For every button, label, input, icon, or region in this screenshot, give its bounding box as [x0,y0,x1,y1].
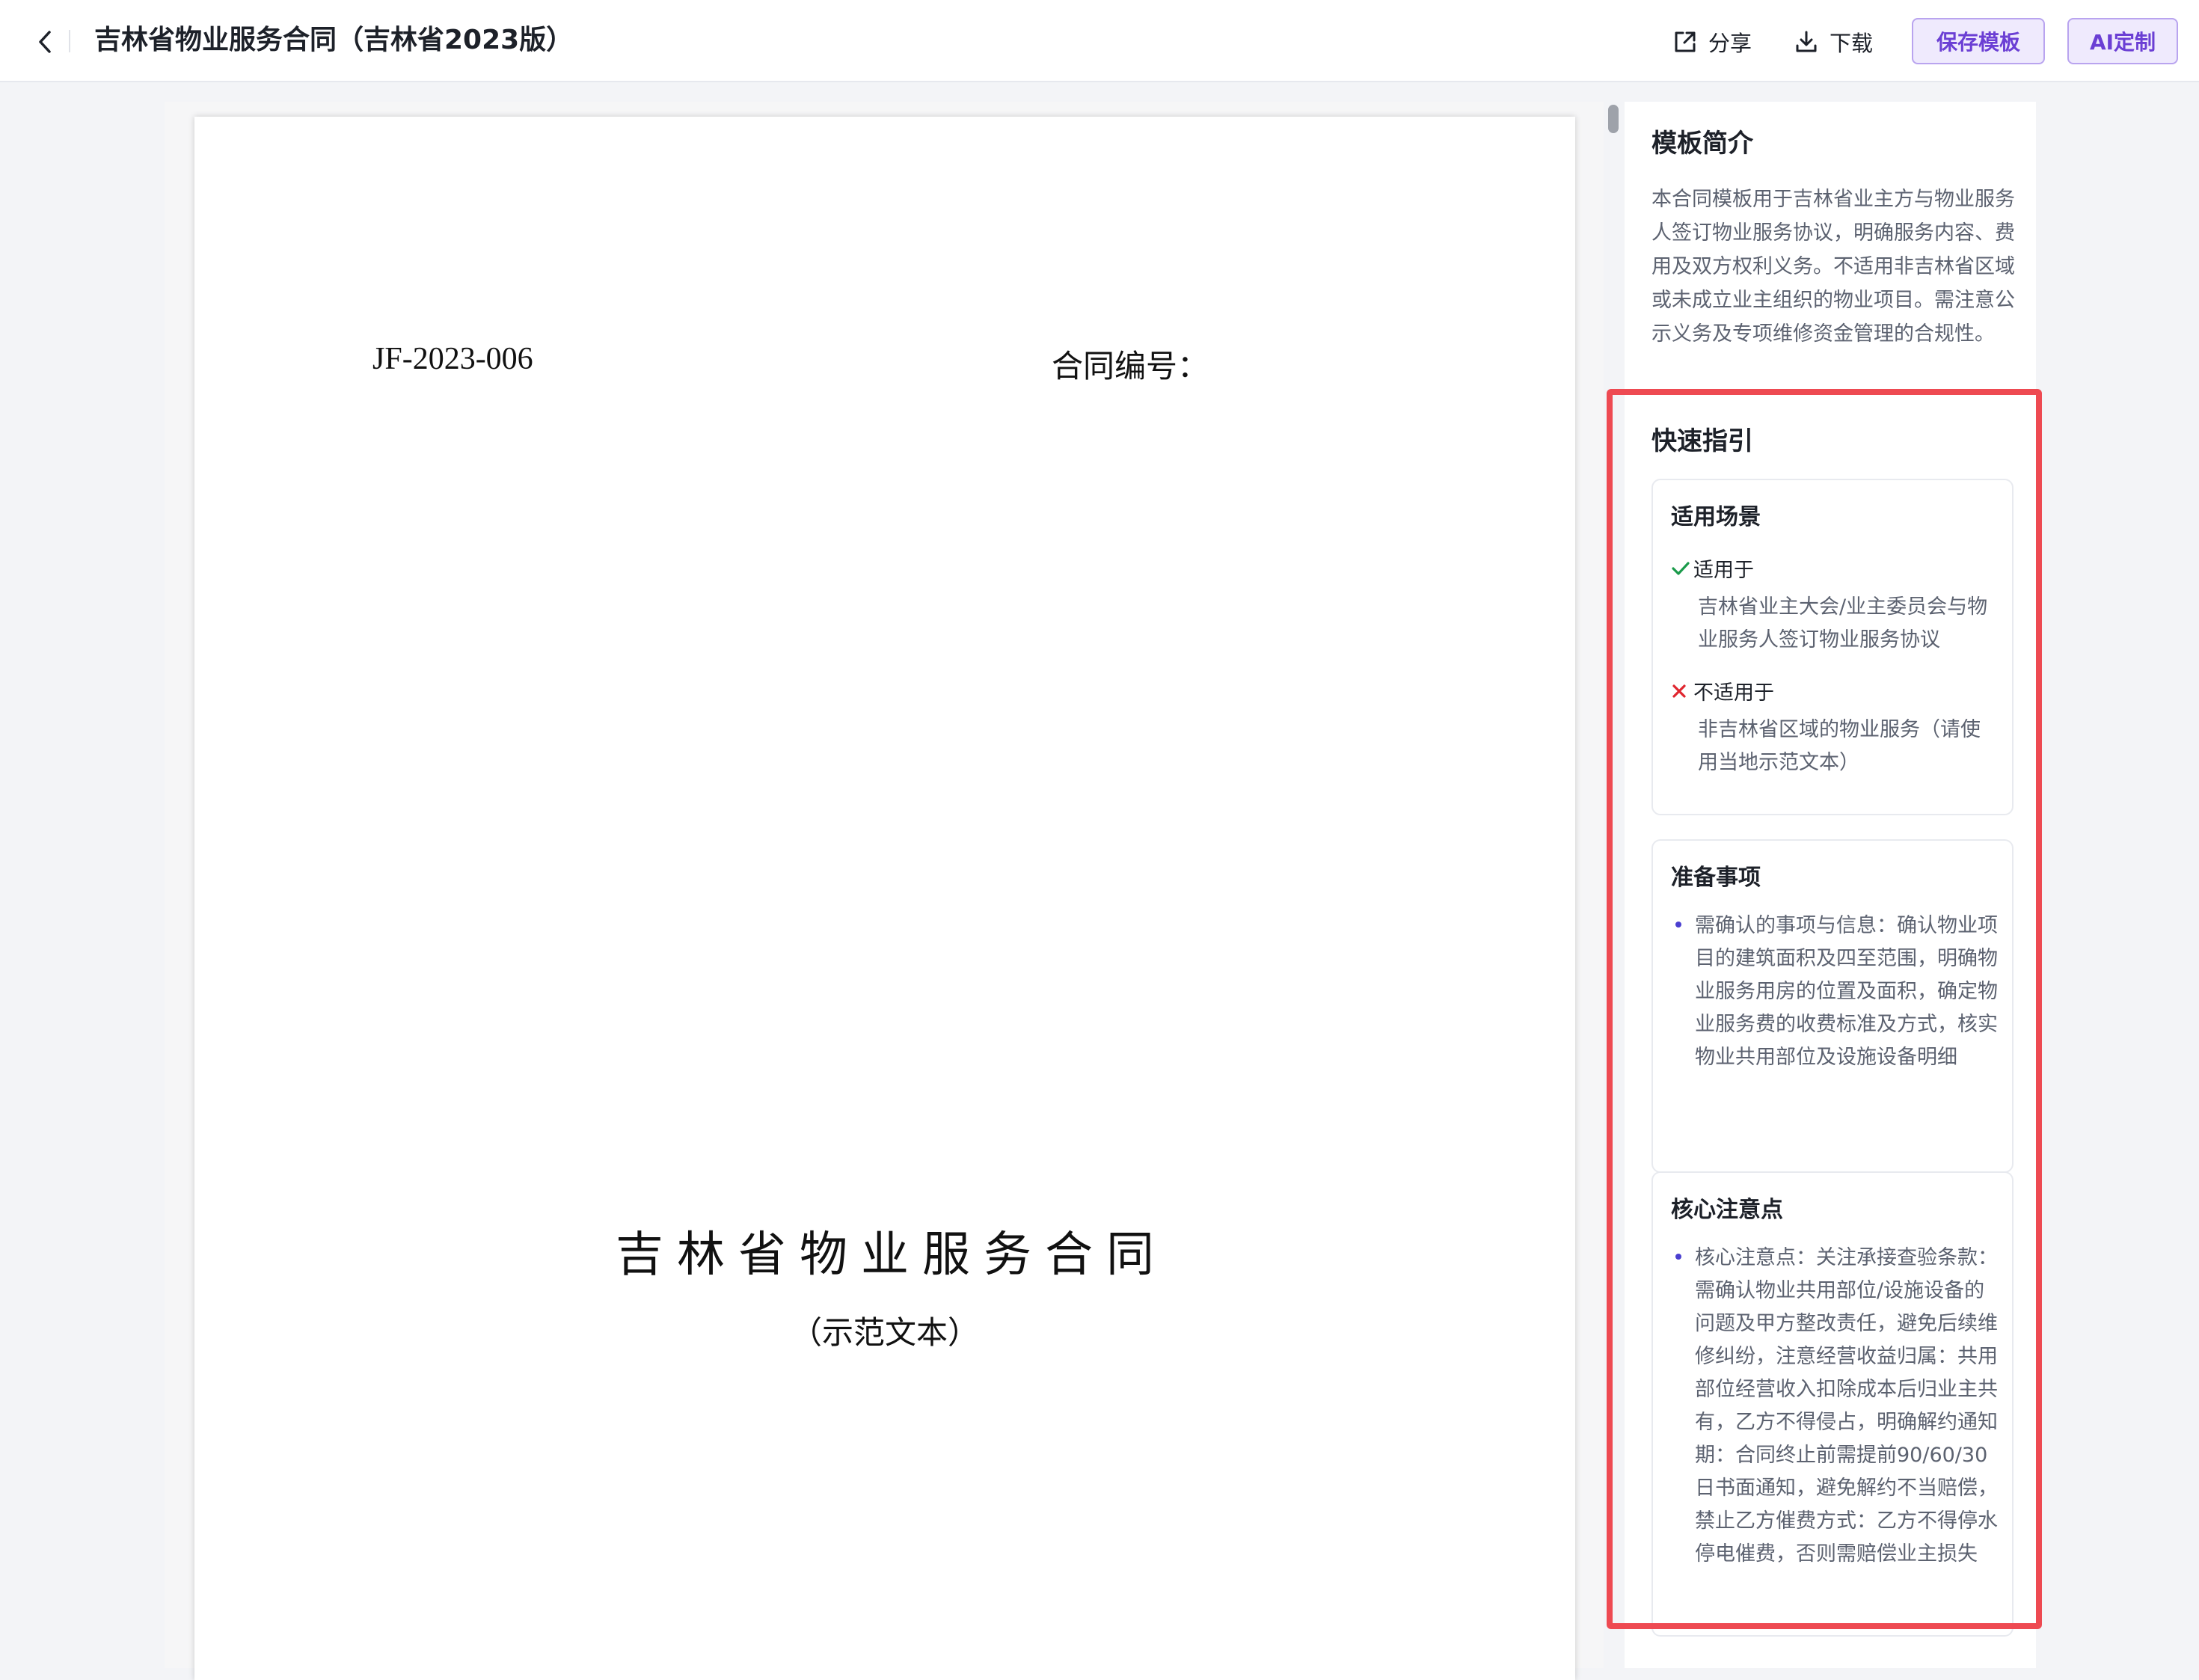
scrollbar-thumb[interactable] [1608,105,1619,133]
document-page: JF-2023-006 合同编号： 吉林省物业服务合同 （示范文本） [194,117,1575,1680]
download-icon [1796,31,1817,52]
intro-title: 模板简介 [1651,129,1753,159]
share-label: 分享 [1708,31,1752,56]
applicable-text: 吉林省业主大会/业主委员会与物业服务人签订物业服务协议 [1698,595,1988,652]
close-icon [1672,684,1686,698]
preparation-card: 准备事项 需确认的事项与信息：确认物业项目的建筑面积及四至范围，明确物业服务用房… [1651,839,2014,1173]
document-title: 吉林省物业服务合同 [616,1228,1168,1281]
contract-number-label: 合同编号： [1052,350,1209,384]
applicable-row: 适用于 [1671,554,1754,583]
preparation-title: 准备事项 [1671,865,1761,891]
check-icon [1672,561,1690,575]
quick-guide-title: 快速指引 [1651,426,1753,456]
core-points-card: 核心注意点 核心注意点：关注承接查验条款：需确认物业共用部位/设施设备的问题及甲… [1651,1171,2014,1637]
share-icon [1675,31,1696,52]
contract-code: JF-2023-006 [372,342,533,376]
chevron-left-icon [39,31,51,53]
preparation-text: 需确认的事项与信息：确认物业项目的建筑面积及四至范围，明确物业服务用房的位置及面… [1695,914,1998,1069]
core-points-bullet [1675,1254,1681,1260]
document-preview: JF-2023-006 合同编号： 吉林省物业服务合同 （示范文本） [165,102,1604,1680]
core-points-text: 核心注意点：关注承接查验条款：需确认物业共用部位/设施设备的问题及甲方整改责任，… [1695,1246,1998,1566]
top-header: 吉林省物业服务合同（吉林省2023版） 分享 下载 保存模板 AI定制 [0,0,2199,82]
share-button[interactable]: 分享 [1672,21,1752,63]
core-points-title: 核心注意点 [1671,1197,1783,1223]
preparation-bullet [1675,922,1681,928]
scenario-card: 适用场景 适用于 吉林省业主大会/业主委员会与物业服务人签订物业服务协议 不适用… [1651,479,2014,815]
scenario-title: 适用场景 [1671,504,1761,530]
page-title: 吉林省物业服务合同（吉林省2023版） [94,25,574,55]
template-info-panel: 模板简介 本合同模板用于吉林省业主方与物业服务人签订物业服务协议，明确服务内容、… [1625,102,2036,1668]
document-subtitle: （示范文本） [790,1316,979,1351]
header-divider [69,30,70,52]
ai-custom-button[interactable]: AI定制 [2067,18,2178,64]
document-scrollbar[interactable] [1604,102,1623,1668]
back-button[interactable] [25,22,64,61]
applicable-label: 适用于 [1693,559,1754,582]
not-applicable-label: 不适用于 [1693,681,1774,705]
intro-text: 本合同模板用于吉林省业主方与物业服务人签订物业服务协议，明确服务内容、费用及双方… [1651,188,2015,346]
download-button[interactable]: 下载 [1794,21,1873,63]
not-applicable-text: 非吉林省区域的物业服务（请使用当地示范文本） [1698,718,1981,774]
download-label: 下载 [1830,31,1874,56]
save-template-button[interactable]: 保存模板 [1912,18,2045,64]
not-applicable-row: 不适用于 [1671,676,1774,705]
